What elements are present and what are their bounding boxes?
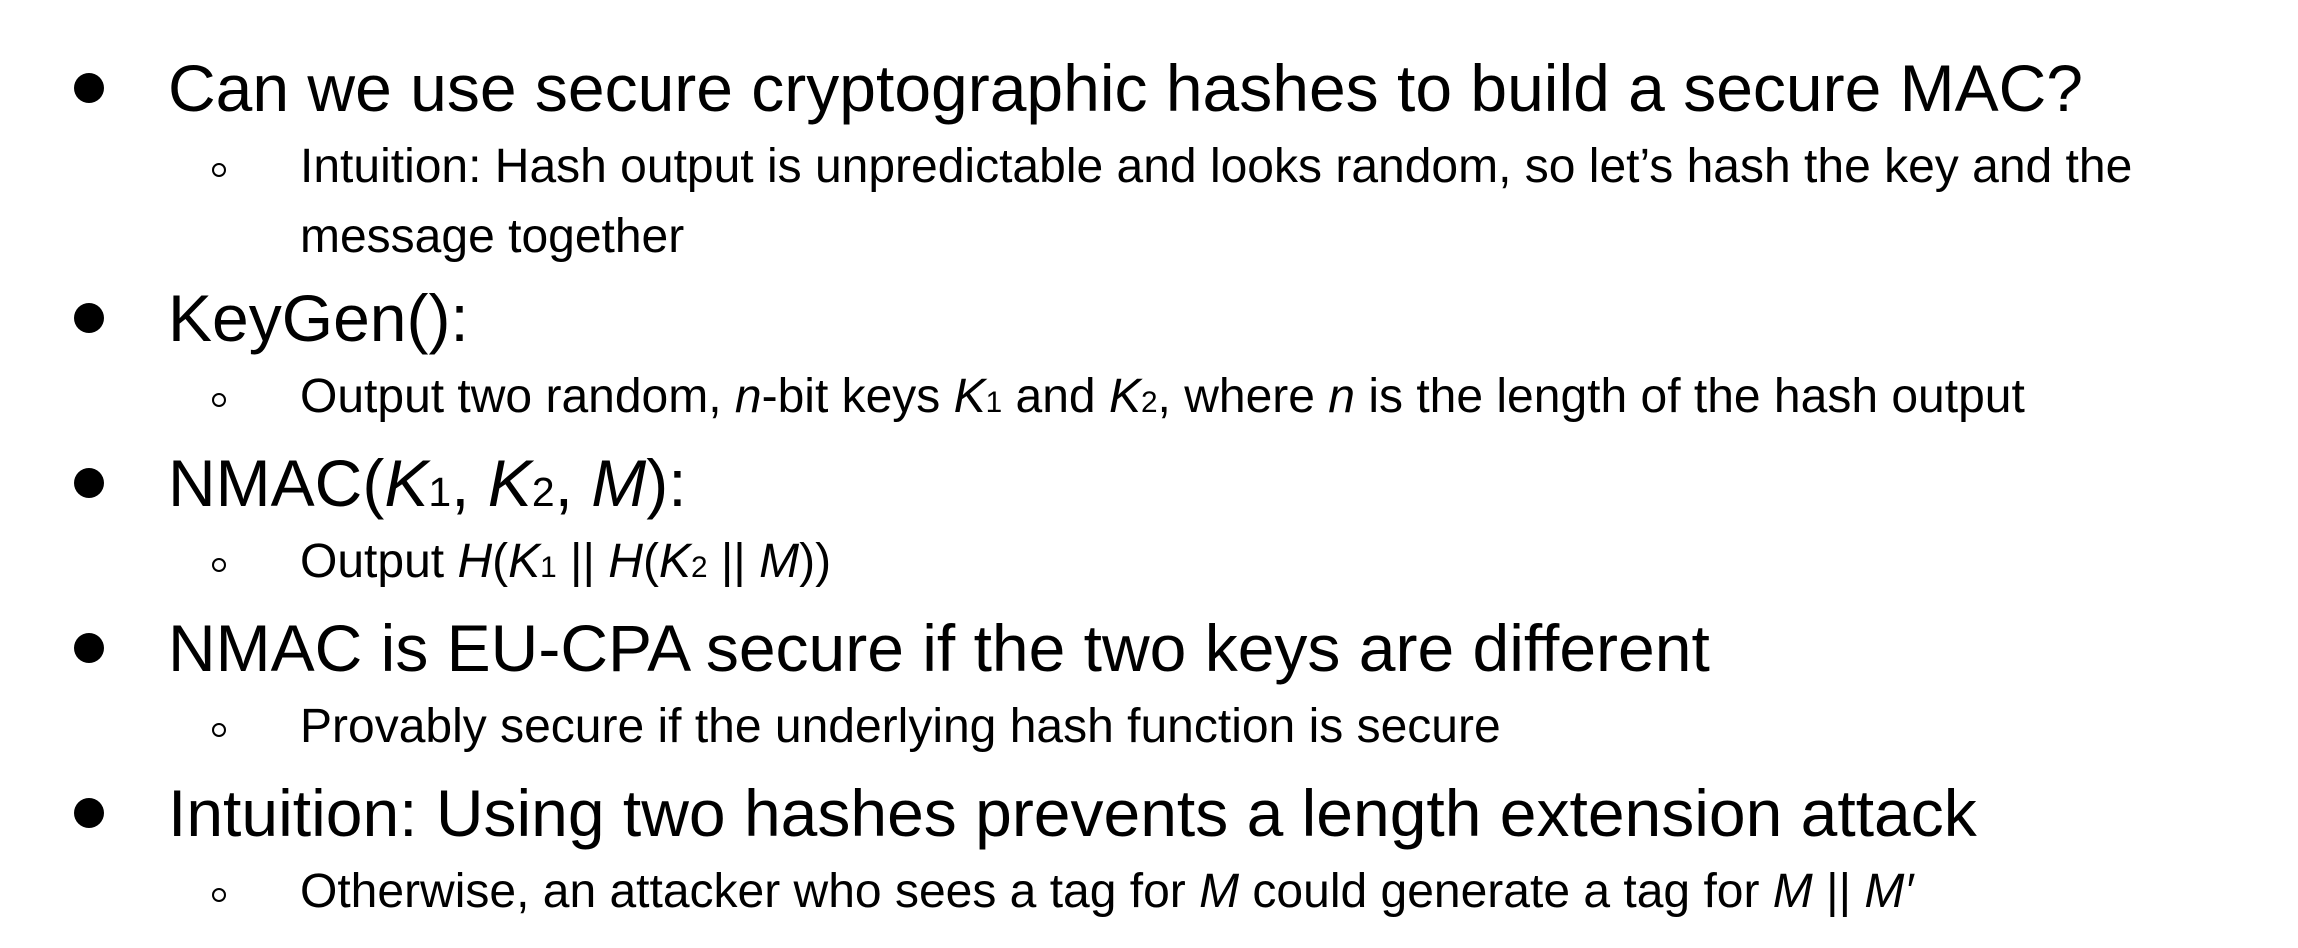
bullet-ring-icon: [212, 163, 226, 177]
bullet-ring-icon: [212, 393, 226, 407]
bullet-2-sub: Output two random, n-bit keys K1 and K2,…: [300, 370, 2025, 423]
bullet-4-title: NMAC is EU-CPA secure if the two keys ar…: [168, 611, 1710, 685]
bullet-5-sub: Otherwise, an attacker who sees a tag fo…: [300, 865, 1914, 918]
bullet-5-title: Intuition: Using two hashes prevents a l…: [168, 776, 1977, 850]
bullet-2-title: KeyGen():: [168, 281, 469, 355]
bullet-ring-icon: [212, 888, 226, 902]
bullet-disc-icon: [74, 303, 104, 333]
slide: Can we use secure cryptographic hashes t…: [0, 0, 2298, 948]
bullet-ring-icon: [212, 558, 226, 572]
bullet-disc-icon: [74, 798, 104, 828]
bullet-ring-icon: [212, 723, 226, 737]
bullet-disc-icon: [74, 633, 104, 663]
bullet-3-title: NMAC(K1, K2, M):: [168, 446, 687, 520]
bullet-disc-icon: [74, 468, 104, 498]
bullet-1-sub-line-1: Intuition: Hash output is unpredictable …: [300, 140, 2133, 193]
bullet-disc-icon: [74, 73, 104, 103]
bullet-4-sub: Provably secure if the underlying hash f…: [300, 700, 1501, 753]
bullet-3-sub: Output H(K1 || H(K2 || M)): [300, 535, 832, 588]
bullet-1-title: Can we use secure cryptographic hashes t…: [168, 51, 2083, 125]
bullet-1-sub-line-2: message together: [300, 210, 685, 263]
